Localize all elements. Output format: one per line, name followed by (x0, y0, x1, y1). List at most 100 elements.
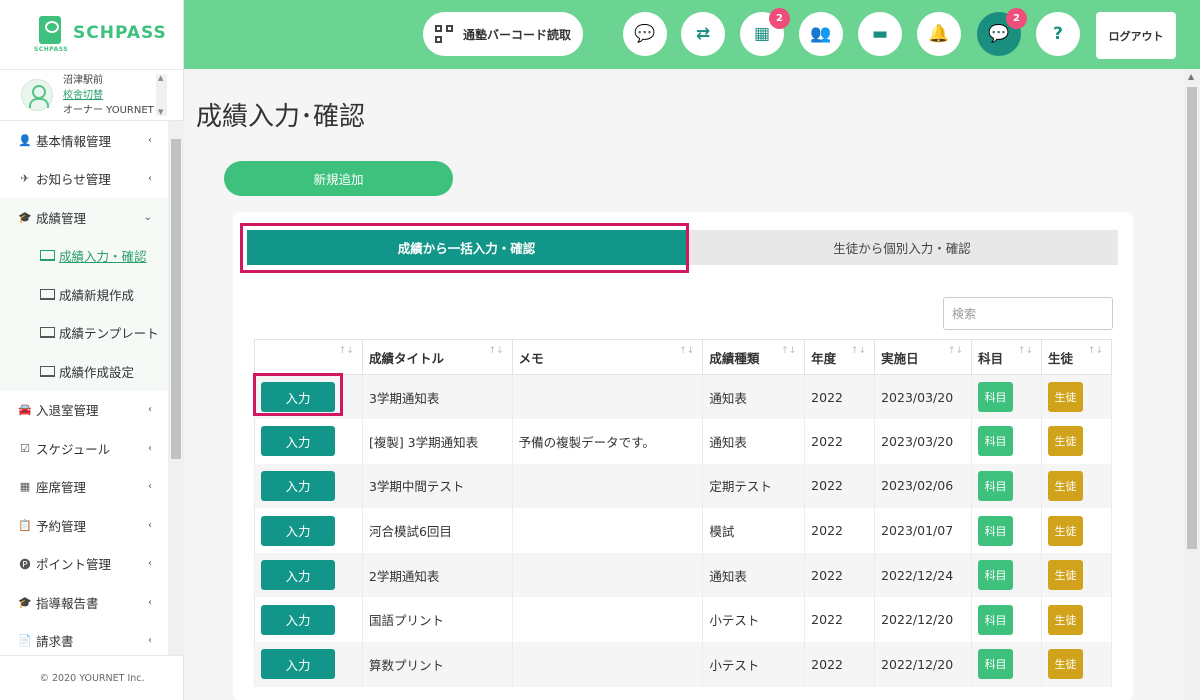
laptop-icon (40, 288, 55, 300)
column-header-date[interactable]: 実施日 ↑↓ (874, 339, 973, 375)
calendar-grid-icon: ▦ (19, 480, 31, 494)
student-button[interactable]: 生徒 (1048, 649, 1083, 680)
sidebar-item-basic-info[interactable]: 👤 基本情報管理 ‹ (0, 121, 168, 160)
subject-button[interactable]: 科目 (978, 560, 1014, 591)
cell-date: 2022/12/20 (874, 642, 973, 687)
cell-date: 2022/12/24 (874, 552, 973, 598)
user-box-scrollbar[interactable] (156, 74, 167, 116)
sidebar-item-entry-exit[interactable]: 🚘 入退室管理 ‹ (0, 391, 168, 430)
chevron-left-icon: ‹ (148, 558, 152, 570)
sidebar-item-reports[interactable]: 🎓 指導報告書 ‹ (0, 583, 168, 622)
qr-code-icon (435, 25, 453, 43)
notifications-button[interactable]: 🔔 (917, 12, 961, 56)
column-header-student[interactable]: 生徒 ↑↓ (1041, 339, 1112, 375)
user-icon: 👤 (18, 133, 32, 147)
clipboard-icon: 📋 (18, 518, 32, 532)
logo-text: SCHPASS (73, 22, 167, 43)
logo[interactable]: SCHPASS SCHPASS (0, 0, 183, 69)
column-header-title[interactable]: 成績タイトル ↑↓ (361, 339, 513, 375)
switch-school-link[interactable]: 校舎切替 (63, 88, 154, 103)
cell-student: 生徒 (1041, 374, 1112, 420)
paper-plane-icon: ✈ (20, 172, 30, 186)
student-button[interactable]: 生徒 (1048, 560, 1083, 591)
cell-subject: 科目 (971, 508, 1042, 553)
cell-student: 生徒 (1041, 463, 1112, 509)
table-row: 入力 [複製] 3学期通知表 予備の複製データです。 通知表 2022 2023/03/2… (254, 419, 1112, 464)
logout-button[interactable]: ログアウト (1096, 12, 1176, 59)
help-button[interactable]: ? (1036, 12, 1080, 56)
column-header-action[interactable]: ↑↓ (254, 339, 363, 375)
cell-action: 入力 (254, 552, 363, 598)
student-button[interactable]: 生徒 (1048, 515, 1083, 546)
sidebar-group-grades: 🎓 成績管理 ⌄ 成績入力・確認 成績新規作成 成績テンプレート 成績作成設定 (0, 198, 168, 391)
calendar-button[interactable]: ▦ 2 (740, 8, 790, 56)
input-button[interactable]: 入力 (261, 649, 335, 680)
chevron-left-icon: ‹ (148, 481, 152, 493)
cell-date: 2022/12/20 (874, 597, 973, 643)
message-button[interactable]: 💬 (623, 12, 667, 56)
sidebar-item-schedule[interactable]: ☑ スケジュール ‹ (0, 429, 168, 468)
table-row: 入力 2学期通知表 通知表 2022 2022/12/24 科目 生徒 (254, 552, 1112, 598)
cell-memo (511, 597, 704, 643)
subject-button[interactable]: 科目 (978, 382, 1014, 413)
input-button[interactable]: 入力 (261, 426, 335, 457)
sidebar-item-label: お知らせ管理 (36, 172, 111, 188)
input-button[interactable]: 入力 (261, 515, 335, 546)
point-icon: 🅟 (19, 557, 31, 571)
input-button[interactable]: 入力 (261, 604, 335, 635)
chevron-left-icon: ‹ (148, 404, 152, 416)
cell-year: 2022 (804, 508, 876, 553)
student-button[interactable]: 生徒 (1048, 604, 1083, 635)
sidebar-item-label: 入退室管理 (36, 403, 99, 419)
subject-button[interactable]: 科目 (978, 604, 1014, 635)
avatar-icon (21, 79, 53, 111)
sidebar-subitem-grade-template[interactable]: 成績テンプレート (0, 314, 168, 353)
cell-memo: 予備の複製データです。 (511, 419, 704, 464)
sort-icon: ↑↓ (679, 346, 695, 356)
sidebar-subitem-grade-entry[interactable]: 成績入力・確認 (0, 237, 168, 276)
sidebar-subitem-label: 成績入力・確認 (59, 249, 147, 265)
student-button[interactable]: 生徒 (1048, 426, 1083, 457)
sidebar-scrollbar[interactable] (168, 121, 184, 655)
sidebar-item-seats[interactable]: ▦ 座席管理 ‹ (0, 468, 168, 507)
sort-icon: ↑↓ (1087, 346, 1103, 356)
cell-subject: 科目 (971, 642, 1042, 687)
graduation-cap-icon: 🎓 (18, 210, 32, 224)
cell-title: [複製] 3学期通知表 (361, 419, 513, 464)
chevron-left-icon: ‹ (148, 442, 152, 454)
sidebar-item-grades[interactable]: 🎓 成績管理 ⌄ (0, 198, 168, 237)
sidebar-subitem-new-grade[interactable]: 成績新規作成 (0, 275, 168, 314)
chat-button[interactable]: 💬 2 (977, 8, 1027, 56)
sidebar-item-reservations[interactable]: 📋 予約管理 ‹ (0, 506, 168, 545)
column-header-year[interactable]: 年度 ↑↓ (804, 339, 876, 375)
student-button[interactable]: 生徒 (1048, 470, 1083, 501)
cell-memo (511, 508, 704, 553)
column-header-type[interactable]: 成績種類 ↑↓ (702, 339, 806, 375)
subject-button[interactable]: 科目 (978, 649, 1014, 680)
sort-icon: ↑↓ (338, 346, 354, 356)
barcode-scan-button[interactable]: 通塾バーコード読取 (423, 12, 583, 56)
column-header-subject[interactable]: 科目 ↑↓ (971, 339, 1042, 375)
students-button[interactable]: 👥 (799, 12, 843, 56)
sidebar-subitem-grade-settings[interactable]: 成績作成設定 (0, 352, 168, 391)
sidebar-item-notices[interactable]: ✈ お知らせ管理 ‹ (0, 160, 168, 199)
search-input[interactable] (943, 297, 1113, 330)
cell-student: 生徒 (1041, 508, 1112, 553)
chevron-left-icon: ‹ (148, 519, 152, 531)
sidebar-item-points[interactable]: 🅟 ポイント管理 ‹ (0, 545, 168, 584)
speech-bubble-icon: 💬 (634, 24, 656, 44)
column-header-memo[interactable]: メモ ↑↓ (511, 339, 704, 375)
transfer-button[interactable]: ⇄ (681, 12, 725, 56)
input-button[interactable]: 入力 (261, 470, 335, 501)
subject-button[interactable]: 科目 (978, 515, 1014, 546)
events-button[interactable]: ▬ (858, 12, 902, 56)
subject-button[interactable]: 科目 (978, 470, 1014, 501)
chat-badge: 2 (1006, 8, 1027, 29)
main-scrollbar[interactable] (1184, 69, 1200, 700)
subject-button[interactable]: 科目 (978, 426, 1014, 457)
input-button[interactable]: 入力 (261, 560, 335, 591)
sort-icon: ↑↓ (1017, 346, 1033, 356)
tab-individual-entry[interactable]: 生徒から個別入力・確認 (686, 230, 1118, 265)
student-button[interactable]: 生徒 (1048, 382, 1083, 413)
add-new-button[interactable]: 新規追加 (224, 161, 453, 196)
